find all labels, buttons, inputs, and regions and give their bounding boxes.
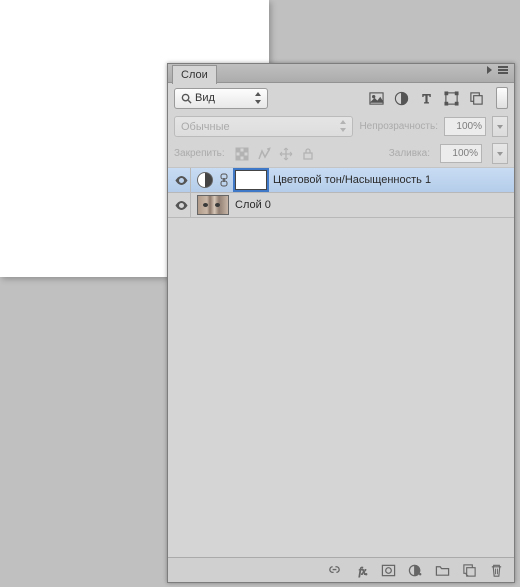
fill-flyout[interactable]: [492, 143, 508, 164]
layers-list: Цветовой тон/Насыщенность 1 Слой 0: [168, 168, 514, 557]
layer-style-icon[interactable]: fx: [354, 563, 369, 578]
filter-kind-label: Вид: [195, 92, 215, 104]
new-group-icon[interactable]: [435, 563, 450, 578]
layer-row[interactable]: Слой 0: [168, 193, 514, 218]
panel-footer: fx: [168, 557, 514, 582]
lock-all-icon[interactable]: [301, 147, 315, 161]
lock-transparency-icon[interactable]: [235, 147, 249, 161]
filter-toggle[interactable]: [496, 87, 508, 109]
filter-kind-dropdown[interactable]: Вид: [174, 88, 268, 109]
link-layers-icon[interactable]: [327, 563, 342, 578]
filter-row: Вид T: [168, 83, 514, 113]
layer-thumb[interactable]: [197, 195, 229, 215]
fill-label: Заливка:: [389, 148, 430, 159]
lock-row: Закрепить: Заливка: 100%: [168, 140, 514, 168]
opacity-flyout[interactable]: [492, 116, 508, 137]
visibility-eye-icon[interactable]: [175, 176, 188, 185]
svg-text:fx: fx: [359, 566, 367, 577]
mask-link-icon[interactable]: [219, 173, 229, 187]
adjustment-filter-icon[interactable]: [394, 91, 409, 106]
layer-name-label[interactable]: Слой 0: [235, 199, 271, 211]
opacity-label: Непрозрачность:: [359, 121, 438, 132]
visibility-eye-icon[interactable]: [175, 201, 188, 210]
layers-panel: Слои Вид T Обычные: [167, 63, 515, 583]
panel-header: Слои: [168, 64, 514, 83]
shape-filter-icon[interactable]: [444, 91, 459, 106]
lock-pixels-icon[interactable]: [257, 147, 271, 161]
app-stage: Слои Вид T Обычные: [0, 0, 520, 587]
layer-name-label[interactable]: Цветовой тон/Насыщенность 1: [273, 174, 431, 186]
fill-input[interactable]: 100%: [440, 144, 482, 163]
blend-mode-value: Обычные: [181, 121, 230, 133]
double-arrow-icon[interactable]: [487, 66, 492, 74]
smart-filter-icon[interactable]: [469, 91, 484, 106]
layer-mask-thumb[interactable]: [235, 170, 267, 190]
add-mask-icon[interactable]: [381, 563, 396, 578]
delete-layer-icon[interactable]: [489, 563, 504, 578]
panel-menu-icon[interactable]: [498, 65, 512, 75]
lock-label: Закрепить:: [174, 148, 225, 159]
search-icon: [181, 93, 192, 104]
blend-mode-dropdown[interactable]: Обычные: [174, 116, 353, 137]
opacity-input[interactable]: 100%: [444, 117, 486, 136]
image-filter-icon[interactable]: [369, 91, 384, 106]
panel-tab-layers[interactable]: Слои: [172, 65, 217, 84]
lock-position-icon[interactable]: [279, 147, 293, 161]
add-adjustment-icon[interactable]: [408, 563, 423, 578]
adjustment-thumb-icon: [197, 172, 213, 188]
new-layer-icon[interactable]: [462, 563, 477, 578]
svg-text:T: T: [422, 91, 430, 106]
layer-row[interactable]: Цветовой тон/Насыщенность 1: [168, 168, 514, 193]
type-filter-icon[interactable]: T: [419, 91, 434, 106]
blend-row: Обычные Непрозрачность: 100%: [168, 113, 514, 140]
